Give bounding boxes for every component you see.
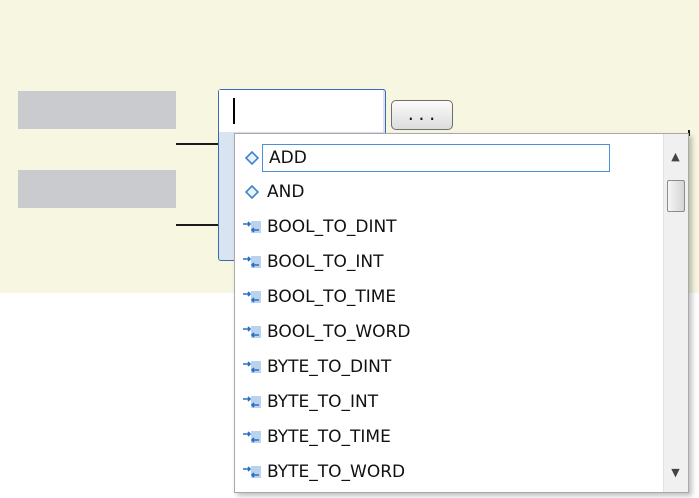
list-item-label: BOOL_TO_DINT xyxy=(267,217,397,237)
autocomplete-dropdown[interactable]: ADD AND BOOL_TO_DINT BOOL_TO_INT BOOL_TO… xyxy=(234,133,689,493)
list-item[interactable]: BOOL_TO_INT xyxy=(241,245,641,279)
list-item-label: AND xyxy=(267,182,305,202)
function-block-icon xyxy=(241,148,263,168)
vertical-scrollbar[interactable]: ▲ ▼ xyxy=(663,134,688,492)
list-item[interactable]: BOOL_TO_WORD xyxy=(241,315,641,349)
scroll-up-arrow-icon[interactable]: ▲ xyxy=(664,144,687,168)
list-item-label: BYTE_TO_INT xyxy=(267,392,379,412)
list-item-label: BYTE_TO_TIME xyxy=(267,427,391,447)
list-item-label: BOOL_TO_WORD xyxy=(267,322,411,342)
input-variable-placeholder-2[interactable] xyxy=(18,170,176,208)
autocomplete-list: ADD AND BOOL_TO_DINT BOOL_TO_INT BOOL_TO… xyxy=(235,134,664,492)
scrollbar-thumb[interactable] xyxy=(667,180,685,212)
list-item[interactable]: BOOL_TO_DINT xyxy=(241,210,641,244)
list-item[interactable]: AND xyxy=(241,175,641,209)
list-item-label: BYTE_TO_DINT xyxy=(267,357,392,377)
list-item[interactable]: BYTE_TO_TIME xyxy=(241,420,641,454)
conversion-icon xyxy=(241,427,263,447)
conversion-icon xyxy=(241,252,263,272)
conversion-icon xyxy=(241,287,263,307)
list-item-label: BOOL_TO_INT xyxy=(267,252,384,272)
list-item[interactable]: BOOL_TO_TIME xyxy=(241,280,641,314)
input-variable-placeholder-1[interactable] xyxy=(18,91,176,129)
list-item-label: BYTE_TO_WORD xyxy=(267,462,406,482)
list-item[interactable]: BYTE_TO_WORD xyxy=(241,455,641,489)
list-item-label: BOOL_TO_TIME xyxy=(267,287,397,307)
text-caret xyxy=(233,98,235,124)
conversion-icon xyxy=(241,322,263,342)
function-name-input[interactable] xyxy=(219,90,383,132)
list-item[interactable]: ADD xyxy=(241,141,641,175)
scroll-down-arrow-icon[interactable]: ▼ xyxy=(664,460,687,484)
browse-button[interactable]: ... xyxy=(391,100,453,130)
conversion-icon xyxy=(241,462,263,482)
function-block-icon xyxy=(241,182,263,202)
conversion-icon xyxy=(241,357,263,377)
list-item-label: ADD xyxy=(262,144,610,172)
conversion-icon xyxy=(241,392,263,412)
list-item[interactable]: BYTE_TO_INT xyxy=(241,385,641,419)
list-item[interactable]: BYTE_TO_DINT xyxy=(241,350,641,384)
conversion-icon xyxy=(241,217,263,237)
